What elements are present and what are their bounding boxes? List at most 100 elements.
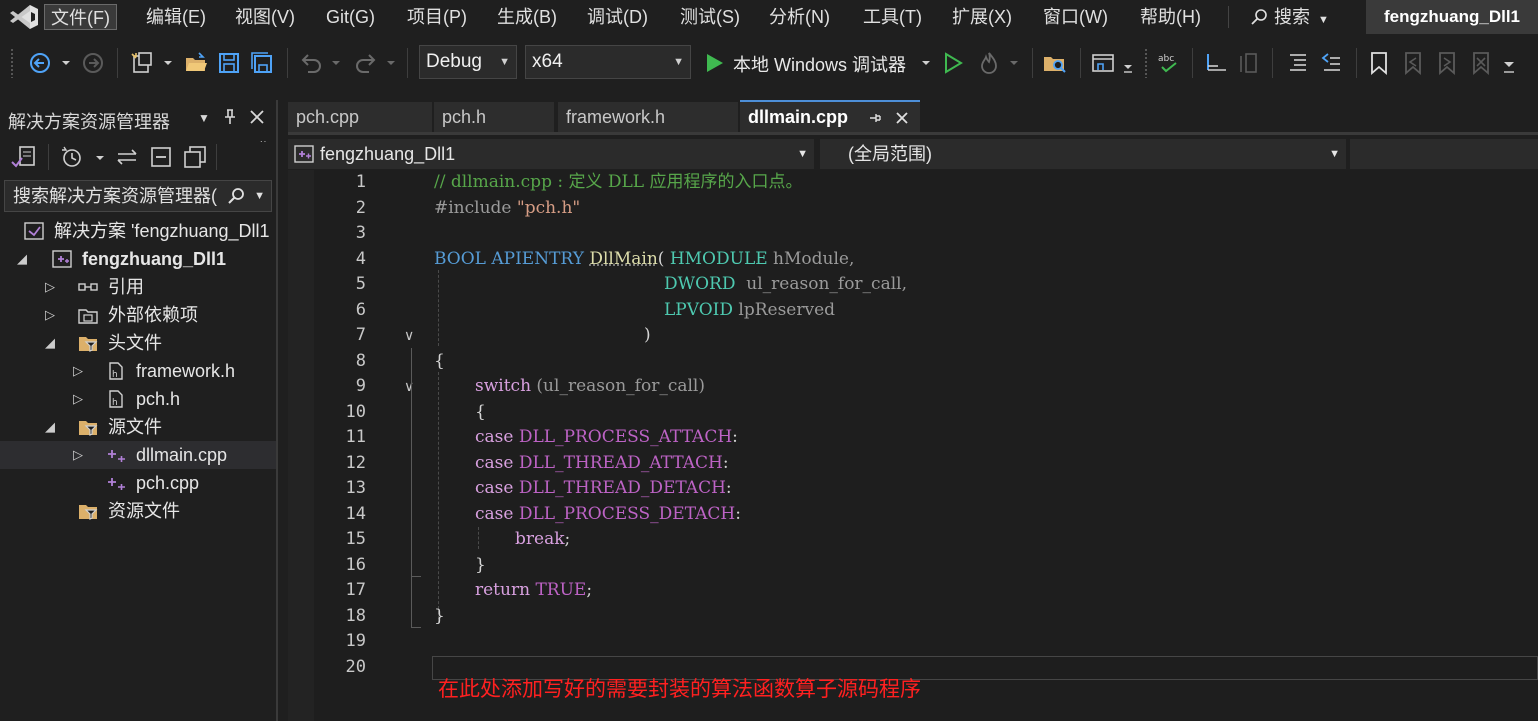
indicator-margin[interactable] [288, 170, 314, 721]
pin-icon[interactable] [222, 108, 238, 131]
menu-file[interactable]: 文件(F) [44, 4, 117, 30]
hot-reload-button[interactable] [976, 50, 1022, 76]
tree-item-external-dependencies[interactable]: ▷ 外部依赖项 [0, 301, 276, 329]
type-token: DWORD [664, 274, 736, 294]
menu-tools[interactable]: 工具(T) [857, 4, 928, 30]
navigate-forward-button[interactable] [80, 50, 106, 76]
debugger-target-label[interactable]: 本地 Windows 调试器 [733, 51, 906, 77]
toolbar-grip[interactable] [10, 48, 14, 78]
new-item-button[interactable] [130, 50, 176, 76]
clear-bookmarks-button[interactable] [1468, 50, 1494, 76]
bookmark-next-icon [1439, 52, 1455, 75]
punct-token: ; [586, 580, 593, 600]
close-tab-icon[interactable] [894, 110, 910, 126]
show-all-files-icon[interactable] [182, 144, 208, 170]
toolbar-grip[interactable] [1144, 48, 1148, 78]
toolbar-separator [1032, 48, 1033, 78]
tree-item-header-files[interactable]: ◢ 头文件 [0, 329, 276, 357]
navigate-back-button[interactable] [28, 50, 74, 76]
pin-tab-icon[interactable] [868, 111, 882, 125]
menu-analyze[interactable]: 分析(N) [763, 4, 836, 30]
collapsed-triangle-icon: ▷ [73, 391, 83, 406]
close-icon[interactable] [248, 108, 266, 131]
tab-label: pch.h [442, 107, 487, 127]
tree-item-dllmain-cpp[interactable]: ▷ dllmain.cpp [0, 441, 276, 469]
solution-platform-dropdown[interactable]: x64 ▼ [525, 45, 691, 79]
menu-window[interactable]: 窗口(W) [1037, 4, 1114, 30]
tree-item-framework-h[interactable]: ▷ h framework.h [0, 357, 276, 385]
collapse-all-icon[interactable] [148, 144, 174, 170]
pending-changes-filter-icon[interactable] [58, 144, 108, 170]
tab-pch-h[interactable]: pch.h [434, 102, 554, 132]
tab-dllmain-cpp[interactable]: dllmain.cpp [740, 100, 920, 132]
save-icon [219, 53, 239, 73]
tab-pch-cpp[interactable]: pch.cpp [288, 102, 432, 132]
macro-token: DLL_PROCESS_ATTACH [513, 427, 733, 447]
line-number: 2 [355, 197, 366, 218]
project-scope-dropdown[interactable]: fengzhuang_Dll1 ▼ [288, 139, 814, 169]
open-file-button[interactable] [183, 50, 209, 76]
menu-help[interactable]: 帮助(H) [1134, 4, 1207, 30]
code-line-16: } [475, 553, 486, 579]
start-debugging-button[interactable] [703, 50, 727, 76]
tree-item-references[interactable]: ▷ 引用 [0, 273, 276, 301]
visual-studio-logo-icon[interactable] [8, 3, 40, 31]
member-scope-dropdown[interactable]: (全局范围) ▼ [820, 139, 1346, 169]
sync-with-active-document-icon[interactable] [114, 144, 140, 170]
tree-item-pch-cpp[interactable]: pch.cpp [0, 469, 276, 497]
fold-collapse-icon[interactable]: ∨ [404, 378, 414, 395]
punct-token: ; [564, 529, 571, 549]
menu-edit[interactable]: 编辑(E) [140, 4, 212, 30]
solution-configuration-dropdown[interactable]: Debug ▼ [419, 45, 517, 79]
menu-build[interactable]: 生成(B) [491, 4, 563, 30]
debugger-dropdown[interactable] [918, 50, 934, 76]
next-bookmark-button[interactable] [1434, 50, 1460, 76]
cpp-project-icon [52, 250, 72, 268]
tree-item-project[interactable]: ◢ fengzhuang_Dll1 [0, 245, 276, 273]
browser-link-button[interactable] [1090, 50, 1136, 76]
code-line-1: // dllmain.cpp : 定义 DLL 应用程序的入口点。 [434, 170, 803, 196]
type-token: LPVOID [664, 299, 733, 320]
code-line-6: LPVOID lpReserved [664, 298, 835, 324]
code-editor[interactable]: 1 2 3 4 5 6 7 8 9 10 11 12 13 14 15 16 1… [288, 170, 1538, 721]
tree-item-source-files[interactable]: ◢ 源文件 [0, 413, 276, 441]
toolbar-overflow-icon[interactable]: ˙˙ [260, 140, 267, 152]
tree-item-resource-files[interactable]: 资源文件 [0, 497, 276, 525]
undo-button[interactable] [298, 50, 344, 76]
menu-project[interactable]: 项目(P) [401, 4, 473, 30]
collapsed-triangle-icon: ▷ [73, 447, 83, 462]
global-search[interactable]: 搜索 ▼ [1250, 4, 1329, 30]
function-scope-dropdown[interactable] [1350, 139, 1538, 169]
fold-region-end [411, 627, 421, 628]
comment-out-button[interactable] [1284, 50, 1310, 76]
toolbar-overflow-button[interactable] [1500, 50, 1518, 76]
punct-token: ) [644, 325, 651, 345]
switch-views-icon[interactable] [10, 144, 38, 170]
save-button[interactable] [216, 50, 242, 76]
solution-explorer-button[interactable] [1042, 50, 1068, 76]
undo-icon [301, 54, 340, 73]
menu-git[interactable]: Git(G) [320, 4, 381, 30]
redo-button[interactable] [353, 50, 399, 76]
solution-explorer-search-input[interactable]: 搜索解决方案资源管理器( ▼ [4, 180, 272, 212]
code-line-14: case DLL_PROCESS_DETACH: [475, 502, 741, 528]
uncomment-button[interactable] [1318, 50, 1344, 76]
toggle-bookmark-button[interactable] [1366, 50, 1392, 76]
panel-options-dropdown[interactable]: ▼ [198, 111, 210, 125]
show-whitespace-button[interactable] [1236, 50, 1262, 76]
fold-collapse-icon[interactable]: ∨ [404, 327, 414, 344]
menu-debug[interactable]: 调试(D) [581, 4, 654, 30]
menu-test[interactable]: 测试(S) [674, 4, 746, 30]
tree-item-pch-h[interactable]: ▷ h pch.h [0, 385, 276, 413]
punct-token: ( [657, 248, 670, 269]
spell-check-button[interactable]: abc [1156, 50, 1182, 76]
menu-view[interactable]: 视图(V) [229, 4, 301, 30]
line-number: 11 [345, 427, 366, 447]
previous-bookmark-button[interactable] [1400, 50, 1426, 76]
step-into-button[interactable] [1202, 50, 1228, 76]
tree-item-solution[interactable]: 解决方案 'fengzhuang_Dll1 [0, 217, 276, 245]
save-all-button[interactable] [249, 50, 275, 76]
start-without-debugging-button[interactable] [940, 50, 966, 76]
menu-extensions[interactable]: 扩展(X) [946, 4, 1018, 30]
tab-framework-h[interactable]: framework.h [558, 102, 738, 132]
